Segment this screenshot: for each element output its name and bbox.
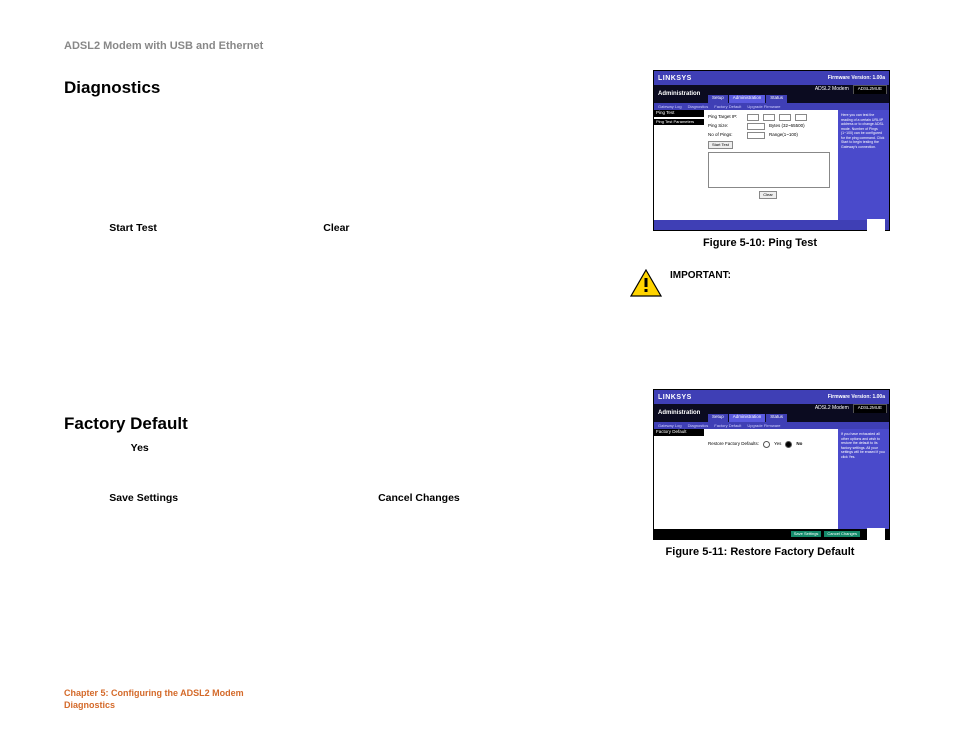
fig1-input-ip4[interactable] bbox=[795, 114, 807, 121]
fig1-start-test-button[interactable]: Start Test bbox=[708, 141, 733, 149]
fig1-tab-setup[interactable]: Setup bbox=[708, 95, 728, 103]
important-text: IMPORTANT: Lorem ipsum dolor sit amet co… bbox=[670, 269, 890, 325]
important-label: IMPORTANT: bbox=[670, 270, 731, 281]
fig1-sub-diag[interactable]: Diagnostics bbox=[688, 105, 709, 109]
cisco-logo-icon bbox=[867, 219, 885, 231]
fig2-sub-factory[interactable]: Factory Default bbox=[714, 424, 741, 428]
important-note: IMPORTANT: Lorem ipsum dolor sit amet co… bbox=[630, 269, 890, 325]
document-header: ADSL2 Modem with USB and Ethernet bbox=[64, 40, 890, 52]
linksys-logo-2: LINKSYS bbox=[658, 394, 692, 401]
footer-chapter: Chapter 5: Configuring the ADSL2 Modem bbox=[64, 687, 244, 700]
fig2-tab-admin[interactable]: Administration bbox=[729, 414, 766, 422]
fig1-bytes-hint: Bytes (32~65500) bbox=[769, 124, 805, 129]
fig1-tab-status[interactable]: Status bbox=[766, 95, 787, 103]
warning-triangle-icon bbox=[630, 269, 662, 297]
fig2-sub-log[interactable]: Gateway Log bbox=[658, 424, 682, 428]
term-start-test: Start Test bbox=[109, 222, 157, 234]
footer-section: Diagnostics bbox=[64, 699, 244, 712]
fig1-input-size[interactable] bbox=[747, 123, 765, 130]
fig2-opt-no: No bbox=[796, 442, 802, 447]
fig2-sub-upgrade[interactable]: Upgrade Firmware bbox=[747, 424, 780, 428]
fig1-clear-button[interactable]: Clear bbox=[759, 191, 777, 199]
fig2-admin-label: Administration bbox=[654, 410, 708, 416]
fig1-subtabs: Gateway Log Diagnostics Factory Default … bbox=[654, 103, 889, 110]
term-clear: Clear bbox=[323, 222, 349, 234]
term-cancel-changes: Cancel Changes bbox=[378, 492, 460, 504]
heading-diagnostics: Diagnostics bbox=[64, 78, 610, 98]
fig2-nav: Administration ADSL2 Modem ADSL2MUE Setu… bbox=[654, 404, 889, 422]
page-footer: Chapter 5: Configuring the ADSL2 Modem D… bbox=[64, 687, 244, 712]
fig2-help-panel: If you have exhausted all other options … bbox=[838, 429, 889, 529]
fig2-side-factory: Factory Default bbox=[654, 429, 704, 436]
fig2-footer: Save Settings Cancel Changes bbox=[654, 529, 889, 539]
fig2-content: Restore Factory Defaults: Yes No bbox=[704, 429, 838, 529]
fig1-range-hint: Range(1~100) bbox=[769, 133, 798, 138]
fig1-results-textarea[interactable] bbox=[708, 152, 830, 188]
fig2-restore-label: Restore Factory Defaults: bbox=[708, 442, 759, 447]
figure2-caption: Figure 5-11: Restore Factory Default bbox=[630, 546, 890, 558]
diagnostics-body: Lorem ipsum dolor sit amet consectetur a… bbox=[64, 104, 610, 236]
fig1-firmware: Firmware Version: 1.00a bbox=[828, 76, 885, 81]
fig2-model: ADSL2MUE bbox=[853, 404, 887, 414]
fig2-save-button[interactable]: Save Settings bbox=[791, 531, 822, 537]
fig2-cancel-button[interactable]: Cancel Changes bbox=[824, 531, 860, 537]
fig1-sidebar: Ping Test Ping Test Parameters bbox=[654, 110, 704, 220]
fig2-model-label: ADSL2 Modem bbox=[815, 406, 849, 411]
left-column: Diagnostics Lorem ipsum dolor sit amet c… bbox=[64, 70, 610, 572]
fig2-sidebar: Factory Default bbox=[654, 429, 704, 529]
fig1-lbl-size: Ping Size: bbox=[708, 124, 743, 129]
fig1-model: ADSL2MUE bbox=[853, 85, 887, 95]
fig1-sub-upgrade[interactable]: Upgrade Firmware bbox=[747, 105, 780, 109]
fig1-input-ip3[interactable] bbox=[779, 114, 791, 121]
fig1-admin-label: Administration bbox=[654, 91, 708, 97]
fig1-input-ip1[interactable] bbox=[747, 114, 759, 121]
fig1-sub-log[interactable]: Gateway Log bbox=[658, 105, 682, 109]
fig2-sub-diag[interactable]: Diagnostics bbox=[688, 424, 709, 428]
fig1-model-label: ADSL2 Modem bbox=[815, 87, 849, 92]
fig2-subtabs: Gateway Log Diagnostics Factory Default … bbox=[654, 422, 889, 429]
fig2-topbar: LINKSYS Firmware Version: 1.00a bbox=[654, 390, 889, 404]
fig1-footer bbox=[654, 220, 889, 230]
fig2-firmware: Firmware Version: 1.00a bbox=[828, 395, 885, 400]
fig1-input-ip2[interactable] bbox=[763, 114, 775, 121]
fig1-content: Ping Target IP: Ping Size: Bytes (32~655… bbox=[704, 110, 838, 220]
fig1-tab-admin[interactable]: Administration bbox=[729, 95, 766, 103]
heading-factory-default: Factory Default bbox=[64, 414, 610, 434]
fig1-sub-factory[interactable]: Factory Default bbox=[714, 105, 741, 109]
figure-factory-default: LINKSYS Firmware Version: 1.00a Administ… bbox=[653, 389, 890, 540]
fig2-radio-no[interactable] bbox=[785, 441, 792, 448]
linksys-logo: LINKSYS bbox=[658, 75, 692, 82]
fig1-topbar: LINKSYS Firmware Version: 1.00a bbox=[654, 71, 889, 85]
fig2-opt-yes: Yes bbox=[774, 442, 781, 447]
cisco-logo-icon-2 bbox=[867, 528, 885, 540]
figure1-caption: Figure 5-10: Ping Test bbox=[630, 237, 890, 249]
fig1-side-pingtest: Ping Test bbox=[654, 110, 704, 117]
term-yes: Yes bbox=[131, 442, 149, 454]
fig1-lbl-nopings: No of Pings: bbox=[708, 133, 743, 138]
factory-default-body: Lorem ipsum Yes lorem ipsum dolor sit am… bbox=[64, 440, 610, 507]
fig2-tab-status[interactable]: Status bbox=[766, 414, 787, 422]
fig2-radio-yes[interactable] bbox=[763, 441, 770, 448]
figure-ping-test: LINKSYS Firmware Version: 1.00a Administ… bbox=[653, 70, 890, 231]
fig1-nav: Administration ADSL2 Modem ADSL2MUE Setu… bbox=[654, 85, 889, 103]
fig1-side-params: Ping Test Parameters bbox=[654, 119, 704, 125]
term-save-settings: Save Settings bbox=[109, 492, 178, 504]
fig1-help-panel: Here you can test the reading of a certa… bbox=[838, 110, 889, 220]
right-column: LINKSYS Firmware Version: 1.00a Administ… bbox=[630, 70, 890, 572]
fig2-tab-setup[interactable]: Setup bbox=[708, 414, 728, 422]
fig1-input-nopings[interactable] bbox=[747, 132, 765, 139]
fig1-lbl-target: Ping Target IP: bbox=[708, 115, 743, 120]
